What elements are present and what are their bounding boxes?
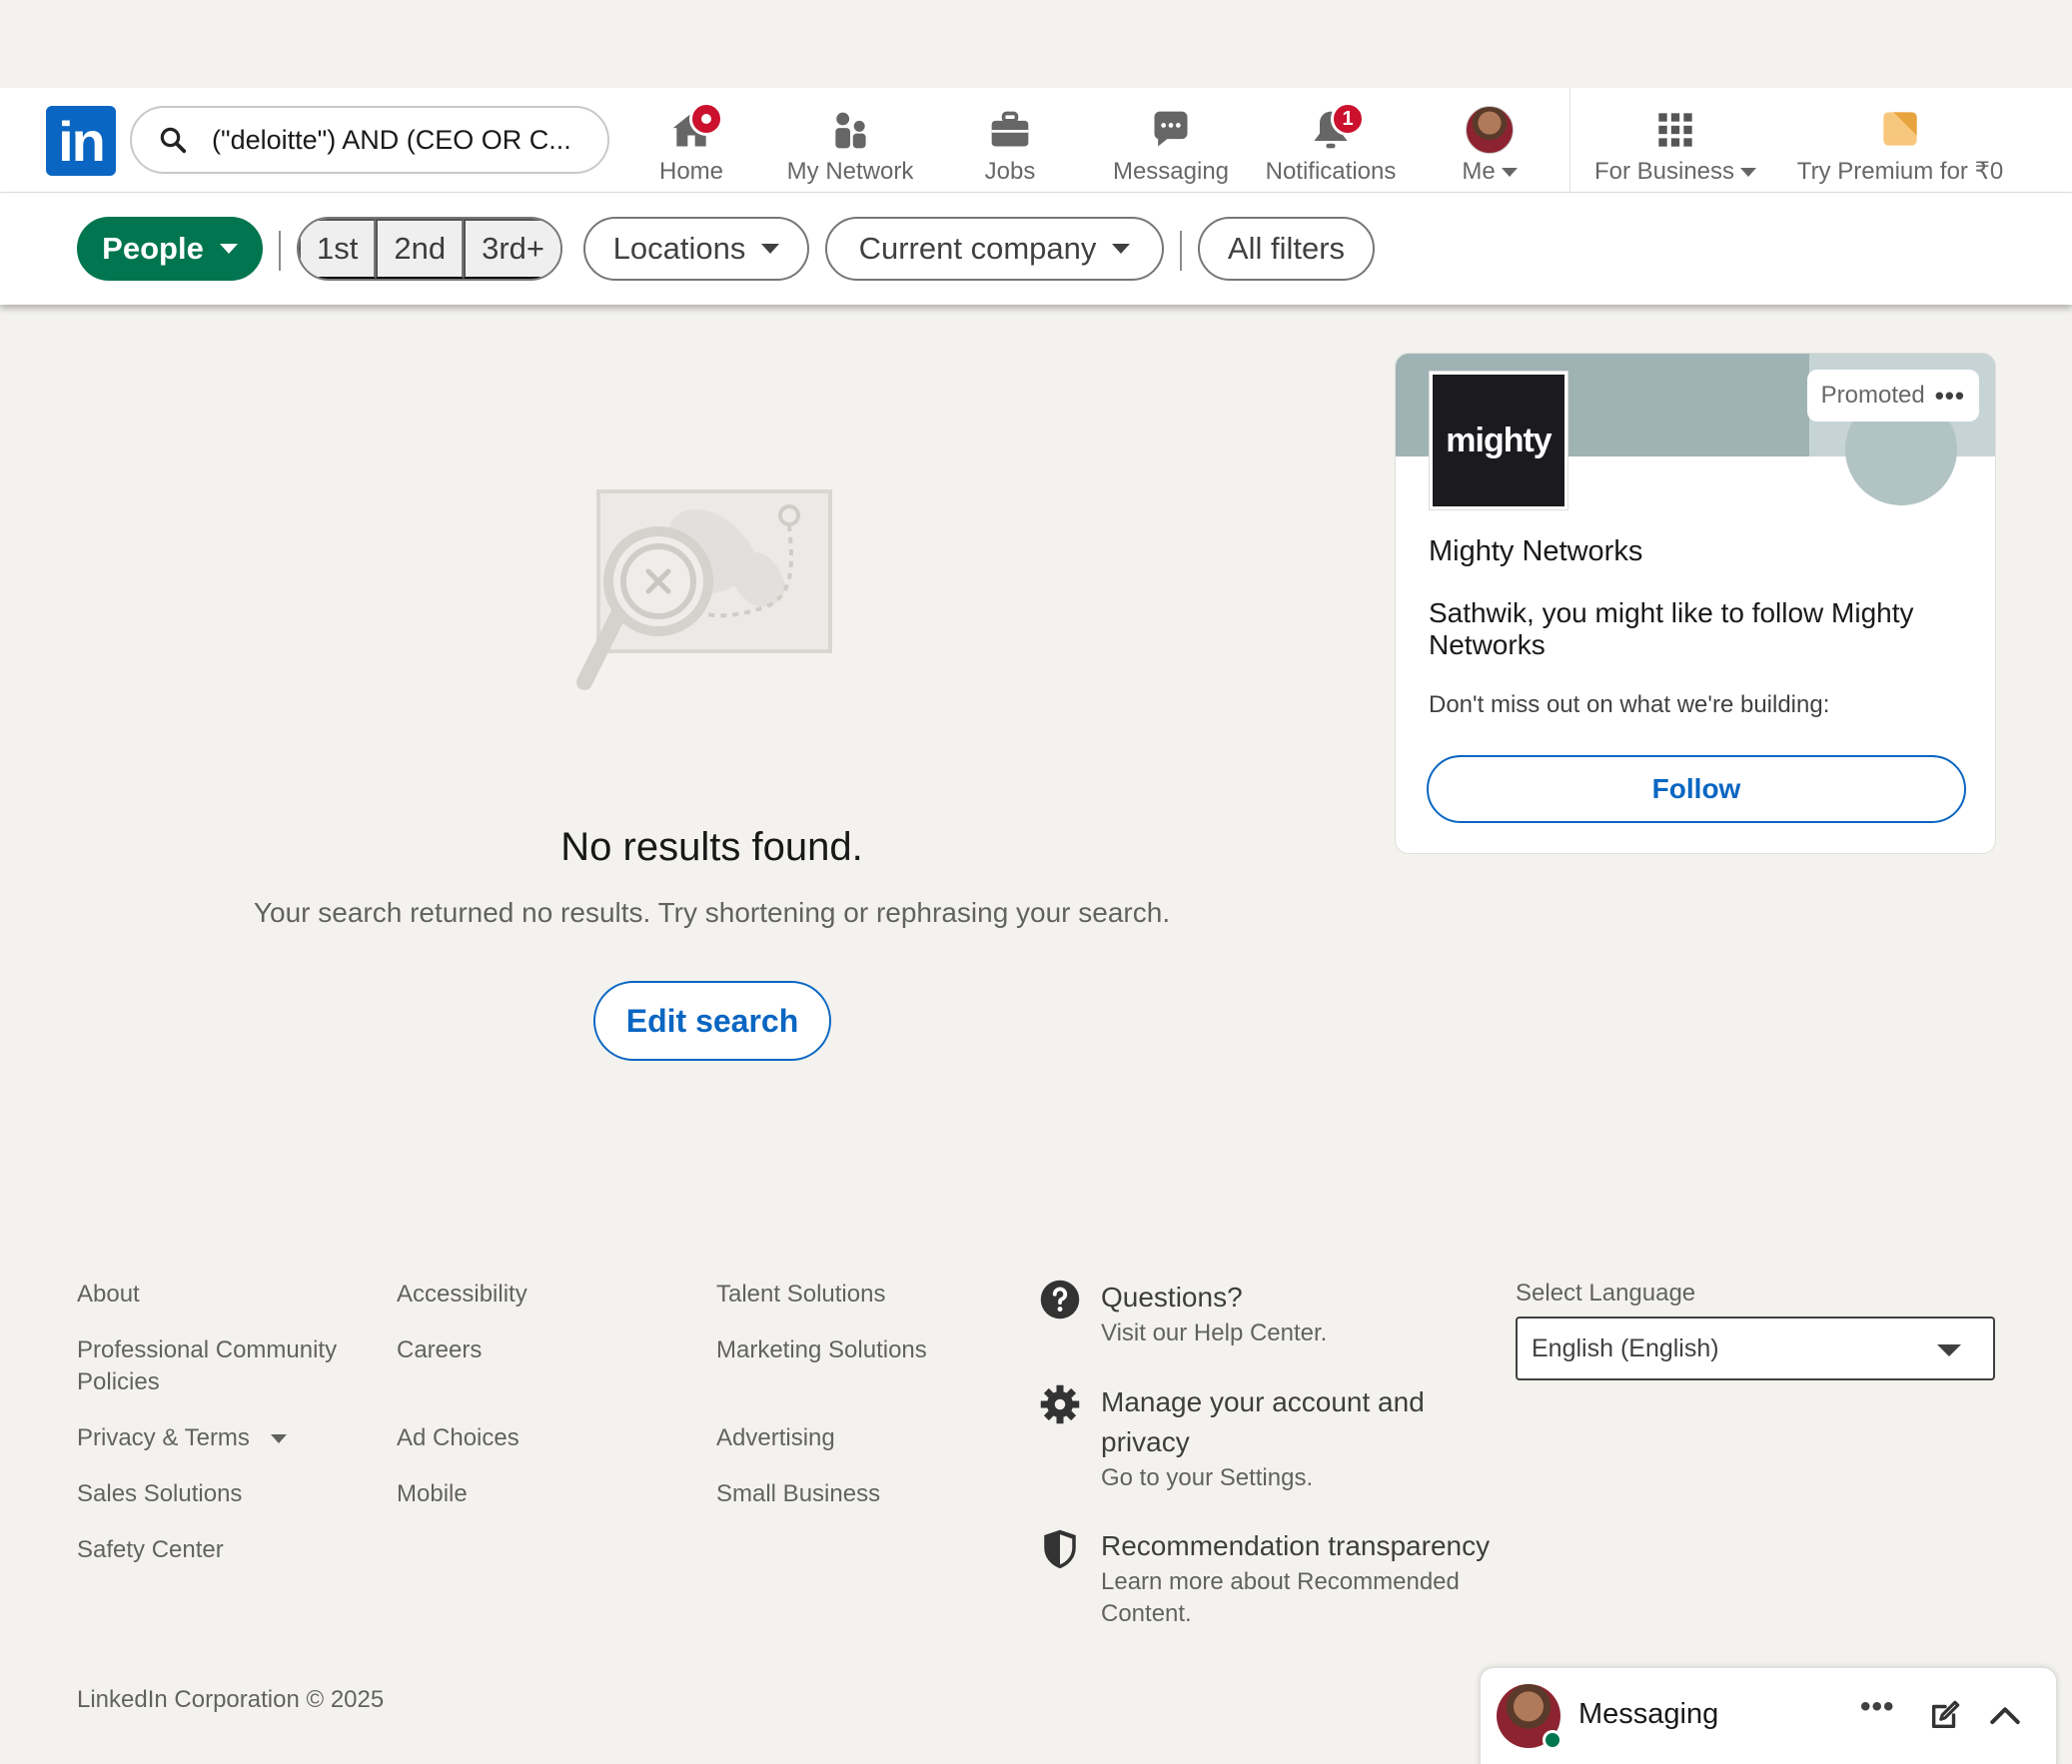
footer-link-accessibility[interactable]: Accessibility [397,1279,527,1311]
search-input[interactable] [212,124,591,156]
footer-link-talent-solutions[interactable]: Talent Solutions [716,1279,885,1311]
nav-for-business-label: For Business [1593,158,1735,185]
nav-my-network[interactable]: My Network [785,96,915,186]
footer-link-advertising[interactable]: Advertising [716,1422,835,1454]
avatar [1466,106,1514,154]
nav-try-premium-label: Try Premium for ₹0 [1796,158,2004,185]
current-company-filter-button[interactable]: Current company [825,217,1164,281]
chevron-up-icon[interactable] [1988,1700,2022,1730]
nav-for-business[interactable]: For Business [1590,96,1760,186]
chat-icon [1141,106,1201,154]
ad-text: Sathwik, you might like to follow Mighty… [1429,597,1914,660]
search-box[interactable] [130,106,609,174]
connection-degree-group: 1st 2nd 3rd+ [297,217,563,281]
global-nav: in Home My Network Jobs Messaging [0,88,2072,193]
footer-link-safety-center[interactable]: Safety Center [77,1534,224,1566]
chevron-down-icon [270,1434,287,1444]
chevron-down-icon [1740,168,1757,178]
degree-1st-button[interactable]: 1st [299,219,377,279]
nav-notifications[interactable]: 1 Notifications [1261,96,1401,186]
messaging-dock[interactable]: Messaging ••• [1480,1667,2057,1764]
caret-down-icon [219,244,238,254]
nav-try-premium[interactable]: Try Premium for ₹0 [1794,96,2006,186]
footer-link-careers[interactable]: Careers [397,1334,482,1366]
help-manage-account-title[interactable]: Manage your account and privacy [1101,1382,1501,1462]
nav-home[interactable]: Home [651,96,731,186]
people-filter-button[interactable]: People [77,217,263,281]
company-logo[interactable]: mighty [1430,372,1567,509]
gear-icon [1040,1384,1080,1424]
all-filters-button[interactable]: All filters [1198,217,1375,281]
messaging-dock-title[interactable]: Messaging [1578,1698,1718,1731]
bell-icon: 1 [1301,102,1365,154]
ad-subtext: Don't miss out on what we're building: [1429,691,1830,718]
promoted-label: Promoted [1820,382,1925,409]
help-questions-sub: Visit our Help Center. [1101,1320,1328,1346]
locations-filter-label: Locations [612,231,746,266]
footer-link-ad-choices[interactable]: Ad Choices [397,1422,519,1454]
caret-down-icon [761,244,780,254]
help-manage-account-sub: Go to your Settings. [1101,1464,1314,1491]
filter-divider [279,231,281,271]
footer-link-sales-solutions[interactable]: Sales Solutions [77,1478,242,1510]
search-icon [160,127,187,154]
shield-icon [1044,1529,1076,1569]
privacy-terms-label: Privacy & Terms [77,1424,250,1451]
language-select[interactable]: English (English) [1516,1317,1995,1380]
footer-link-about[interactable]: About [77,1279,140,1311]
notification-dot [689,102,723,136]
nav-messaging-label: Messaging [1112,158,1230,185]
promoted-menu-button[interactable]: Promoted ••• [1806,370,1979,422]
footer-link-mobile[interactable]: Mobile [397,1478,468,1510]
no-results-illustration [576,489,832,690]
footer-link-marketing-solutions[interactable]: Marketing Solutions [716,1334,927,1366]
nav-messaging[interactable]: Messaging [1111,96,1231,186]
nav-jobs[interactable]: Jobs [970,96,1050,186]
question-icon [1040,1280,1080,1320]
grid-icon [1645,106,1705,154]
search-filter-bar: People 1st 2nd 3rd+ Locations Current co… [0,193,2072,305]
online-status-dot [1543,1730,1562,1750]
more-options-icon[interactable]: ••• [1860,1690,1895,1724]
nav-jobs-label: Jobs [984,158,1036,185]
caret-down-icon [1112,244,1131,254]
help-recommendation-title[interactable]: Recommendation transparency [1101,1526,1490,1566]
help-recommendation-sub: Learn more about Recommended Content. [1101,1568,1460,1627]
follow-button[interactable]: Follow [1427,755,1966,823]
ad-company-name[interactable]: Mighty Networks [1429,535,1642,568]
footer-link-small-business[interactable]: Small Business [716,1478,880,1510]
help-questions-title[interactable]: Questions? [1101,1278,1243,1318]
copyright: LinkedIn Corporation © 2025 [77,1686,385,1713]
more-options-icon: ••• [1934,380,1965,411]
degree-2nd-button[interactable]: 2nd [376,219,465,279]
nav-my-network-label: My Network [786,158,914,185]
select-language-label: Select Language [1516,1280,1696,1307]
chevron-down-icon [1501,168,1518,178]
current-company-filter-label: Current company [858,231,1097,266]
footer-link-community-policies[interactable]: Professional Community Policies [77,1334,367,1398]
home-icon [661,102,723,154]
edit-search-button[interactable]: Edit search [593,981,831,1061]
filter-divider [1180,231,1182,271]
briefcase-icon [980,106,1040,154]
people-filter-label: People [102,231,204,266]
no-results-subtitle: Your search returned no results. Try sho… [253,897,1171,928]
caret-down-icon [1937,1344,1961,1356]
locations-filter-button[interactable]: Locations [583,217,809,281]
linkedin-logo[interactable]: in [46,106,116,176]
notification-count-badge: 1 [1331,102,1365,136]
promoted-ad-card: Promoted ••• mighty Mighty Networks Sath… [1395,353,1996,854]
nav-divider [1569,88,1570,193]
nav-home-label: Home [658,158,724,185]
language-select-value: English (English) [1532,1333,1719,1362]
people-icon [820,106,880,154]
nav-me-label: Me [1462,158,1496,185]
nav-notifications-label: Notifications [1265,158,1397,185]
compose-icon[interactable] [1928,1698,1962,1732]
degree-3rd-button[interactable]: 3rd+ [464,219,561,279]
nav-me[interactable]: Me [1445,96,1535,186]
no-results-title: No results found. [560,825,863,869]
footer-link-privacy-terms[interactable]: Privacy & Terms [77,1422,287,1454]
premium-icon [1870,105,1930,153]
